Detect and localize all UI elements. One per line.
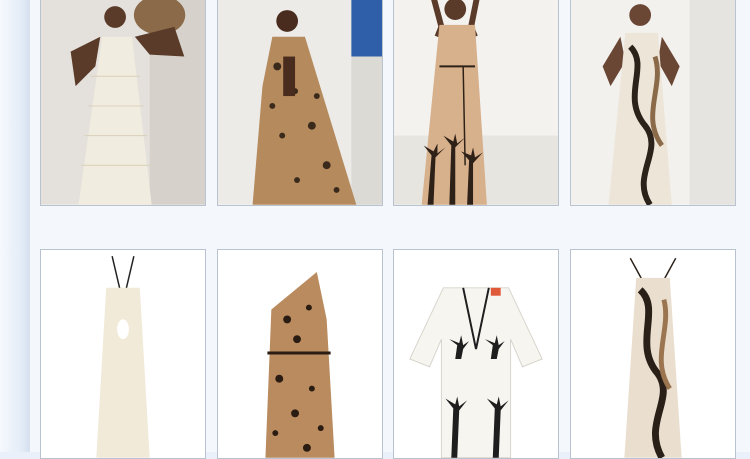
product-card-item-4[interactable]: [570, 249, 736, 459]
product-photo-item-2: [218, 250, 382, 458]
product-photo-item-4: [571, 250, 735, 458]
product-photo-look-3: [394, 0, 558, 205]
product-card-look-3[interactable]: [393, 0, 559, 206]
product-card-look-4[interactable]: [570, 0, 736, 206]
product-grid: [40, 0, 748, 459]
product-photo-item-3: [394, 250, 558, 458]
product-gallery-page: [30, 0, 750, 459]
product-card-item-2[interactable]: [217, 249, 383, 459]
product-card-look-2[interactable]: [217, 0, 383, 206]
left-scroll-rail[interactable]: [0, 0, 31, 452]
product-card-look-1[interactable]: [40, 0, 206, 206]
product-photo-look-1: [41, 0, 205, 205]
product-photo-look-2: [218, 0, 382, 205]
product-photo-item-1: [41, 250, 205, 458]
product-card-item-1[interactable]: [40, 249, 206, 459]
product-photo-look-4: [571, 0, 735, 205]
product-card-item-3[interactable]: [393, 249, 559, 459]
